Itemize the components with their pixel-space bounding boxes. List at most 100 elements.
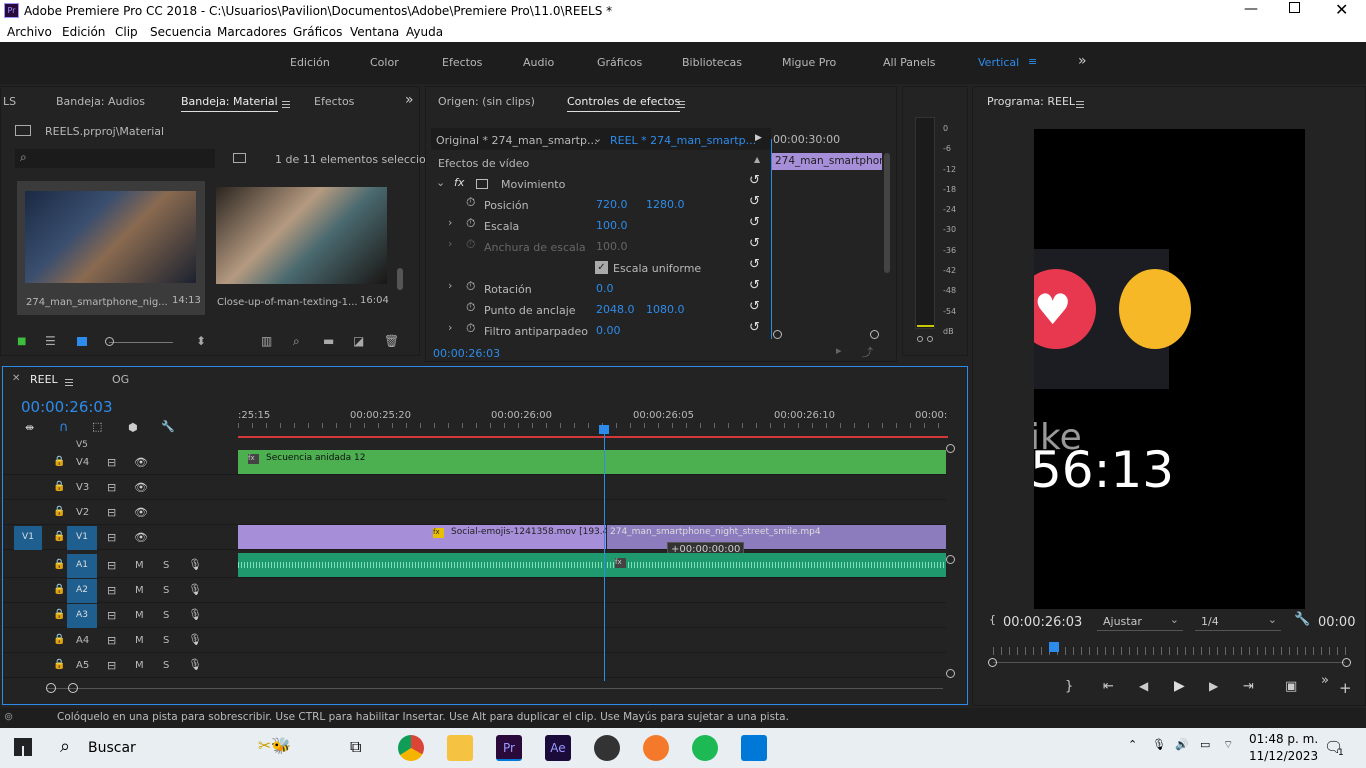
close-tab-icon[interactable]: ✕ <box>12 373 20 384</box>
lock-icon[interactable]: 🔒 <box>53 659 65 670</box>
tab-origen[interactable]: Origen: (sin clips) <box>438 95 535 108</box>
sort-icon[interactable]: ⬍ <box>196 334 206 348</box>
tray-chevron-icon[interactable]: ⌃ <box>1128 738 1137 751</box>
snap-icon[interactable]: ∩ <box>59 420 69 435</box>
file-explorer-icon[interactable] <box>447 735 473 761</box>
clip-man-smartphone[interactable]: 274_man_smartphone_night_street_smile.mp… <box>607 525 946 549</box>
scale-value[interactable]: 100.0 <box>596 219 628 232</box>
expand-chevron-icon[interactable]: › <box>448 237 452 250</box>
zoom-handle-right[interactable] <box>68 683 78 693</box>
tab-controles-efectos[interactable]: Controles de efectos <box>567 95 681 112</box>
lock-icon[interactable]: ■ <box>17 336 26 347</box>
mute-button[interactable]: M <box>135 610 144 621</box>
sync-icon[interactable]: ⊟ <box>107 609 116 622</box>
uniform-scale-checkbox[interactable]: ✓ <box>595 261 608 274</box>
more-panels-icon[interactable]: » <box>405 92 414 108</box>
program-playhead[interactable] <box>1049 642 1059 652</box>
tab-bandeja-audios[interactable]: Bandeja: Audios <box>56 95 145 108</box>
time-ruler[interactable]: :25:15 00:00:25:20 00:00:26:00 00:00:26:… <box>238 407 948 437</box>
new-bin-icon[interactable]: ▬ <box>323 334 334 348</box>
menu-ayuda[interactable]: Ayuda <box>406 25 443 39</box>
davinci-icon[interactable] <box>594 735 620 761</box>
workspace-vertical[interactable]: Vertical <box>978 56 1019 69</box>
solo-button[interactable]: S <box>163 560 169 571</box>
close-button[interactable]: ✕ <box>1335 0 1348 19</box>
solo-button[interactable]: S <box>163 635 169 646</box>
mute-button[interactable]: M <box>135 560 144 571</box>
eye-icon[interactable]: 👁 <box>134 531 148 544</box>
step-back-icon[interactable]: ◀ <box>1139 679 1148 693</box>
program-timecode[interactable]: 00:00:26:03 <box>1003 615 1082 630</box>
step-forward-icon[interactable]: ▶ <box>1209 679 1218 693</box>
workspace-color[interactable]: Color <box>370 56 399 69</box>
wrench-icon[interactable]: 🔧 <box>161 420 175 433</box>
export-icon[interactable]: ⤴ <box>862 344 873 360</box>
workspace-bibliotecas[interactable]: Bibliotecas <box>682 56 742 69</box>
reset-icon[interactable]: ↺ <box>749 194 760 209</box>
panel-menu-icon[interactable] <box>677 101 685 108</box>
track-label-a1[interactable]: A1 <box>67 554 97 578</box>
workspace-edicion[interactable]: Edición <box>290 56 330 69</box>
menu-marcadores[interactable]: Marcadores <box>217 25 287 39</box>
solo-button[interactable]: S <box>163 660 169 671</box>
position-x-value[interactable]: 720.0 <box>596 198 628 211</box>
stopwatch-icon[interactable]: ⏱ <box>466 300 475 315</box>
zoom-handle-left[interactable] <box>46 683 56 693</box>
anchor-y-value[interactable]: 1080.0 <box>646 303 685 316</box>
reset-icon[interactable]: ↺ <box>749 215 760 230</box>
minimize-button[interactable]: — <box>1244 1 1258 17</box>
eye-icon[interactable]: 👁 <box>134 506 148 519</box>
program-zoom-bar[interactable] <box>993 662 1345 663</box>
lock-icon[interactable]: 🔒 <box>53 609 65 620</box>
menu-clip[interactable]: Clip <box>115 25 138 39</box>
menu-archivo[interactable]: Archivo <box>7 25 52 39</box>
transform-icon[interactable] <box>476 179 488 189</box>
lock-icon[interactable]: 🔒 <box>53 634 65 645</box>
mute-button[interactable]: M <box>135 660 144 671</box>
zoom-slider-handle[interactable] <box>105 337 114 346</box>
lock-icon[interactable]: 🔒 <box>53 531 65 542</box>
lock-icon[interactable]: 🔒 <box>53 456 65 467</box>
workspace-all-panels[interactable]: All Panels <box>883 56 936 69</box>
solo-right-icon[interactable] <box>927 336 933 342</box>
sync-icon[interactable]: ⊟ <box>107 506 116 519</box>
project-scrollbar[interactable] <box>397 268 403 290</box>
chrome-icon[interactable] <box>398 735 424 761</box>
sync-icon[interactable]: ⊟ <box>107 584 116 597</box>
microphone-icon[interactable]: 🎙 <box>188 658 202 671</box>
menu-secuencia[interactable]: Secuencia <box>150 25 211 39</box>
program-monitor-title[interactable]: Programa: REEL <box>987 95 1075 108</box>
anchor-x-value[interactable]: 2048.0 <box>596 303 635 316</box>
mail-icon[interactable] <box>741 735 767 761</box>
panel-menu-icon[interactable] <box>65 379 73 386</box>
workspace-migue-pro[interactable]: Migue Pro <box>782 56 836 69</box>
audio-clip[interactable]: fx <box>238 553 946 577</box>
linked-selection-icon[interactable]: ⬚ <box>92 420 102 433</box>
workspace-graficos[interactable]: Gráficos <box>597 56 642 69</box>
zoom-handle-left[interactable] <box>773 330 782 339</box>
track-label-a3[interactable]: A3 <box>67 604 97 628</box>
media-thumbnail-2[interactable]: Close-up-of-man-texting-1... 16:04 <box>209 181 397 315</box>
play-icon[interactable]: ▶ <box>1174 678 1185 694</box>
filter-icon[interactable]: ▸ <box>836 344 842 357</box>
add-marker-icon[interactable]: ⬢ <box>128 421 138 434</box>
wrench-icon[interactable]: 🔧 <box>1294 612 1310 627</box>
work-area-bar[interactable] <box>238 436 948 438</box>
icon-view-icon[interactable] <box>77 337 87 346</box>
video-frame[interactable]: ♥ ike 56:13 <box>1034 129 1305 609</box>
taskbar-search[interactable]: Buscar <box>88 740 136 756</box>
menu-graficos[interactable]: Gráficos <box>293 25 342 39</box>
track-label-v1[interactable]: V1 <box>67 526 97 550</box>
clip-bar[interactable]: 274_man_smartphon <box>772 153 882 170</box>
premiere-icon[interactable]: Pr <box>496 735 522 761</box>
source-clip-label[interactable]: Original * 274_man_smartp... <box>436 134 597 147</box>
wifi-icon[interactable]: ⌔ <box>1223 738 1233 752</box>
list-view-icon[interactable]: ☰ <box>45 334 56 348</box>
sync-icon[interactable]: ⊟ <box>107 531 116 544</box>
maximize-button[interactable] <box>1289 2 1300 13</box>
solo-button[interactable]: S <box>163 585 169 596</box>
lock-icon[interactable]: 🔒 <box>53 506 65 517</box>
reset-icon[interactable]: ↺ <box>749 173 760 188</box>
playhead-handle[interactable] <box>599 425 609 434</box>
workspace-menu-icon[interactable]: ≡ <box>1028 55 1037 68</box>
